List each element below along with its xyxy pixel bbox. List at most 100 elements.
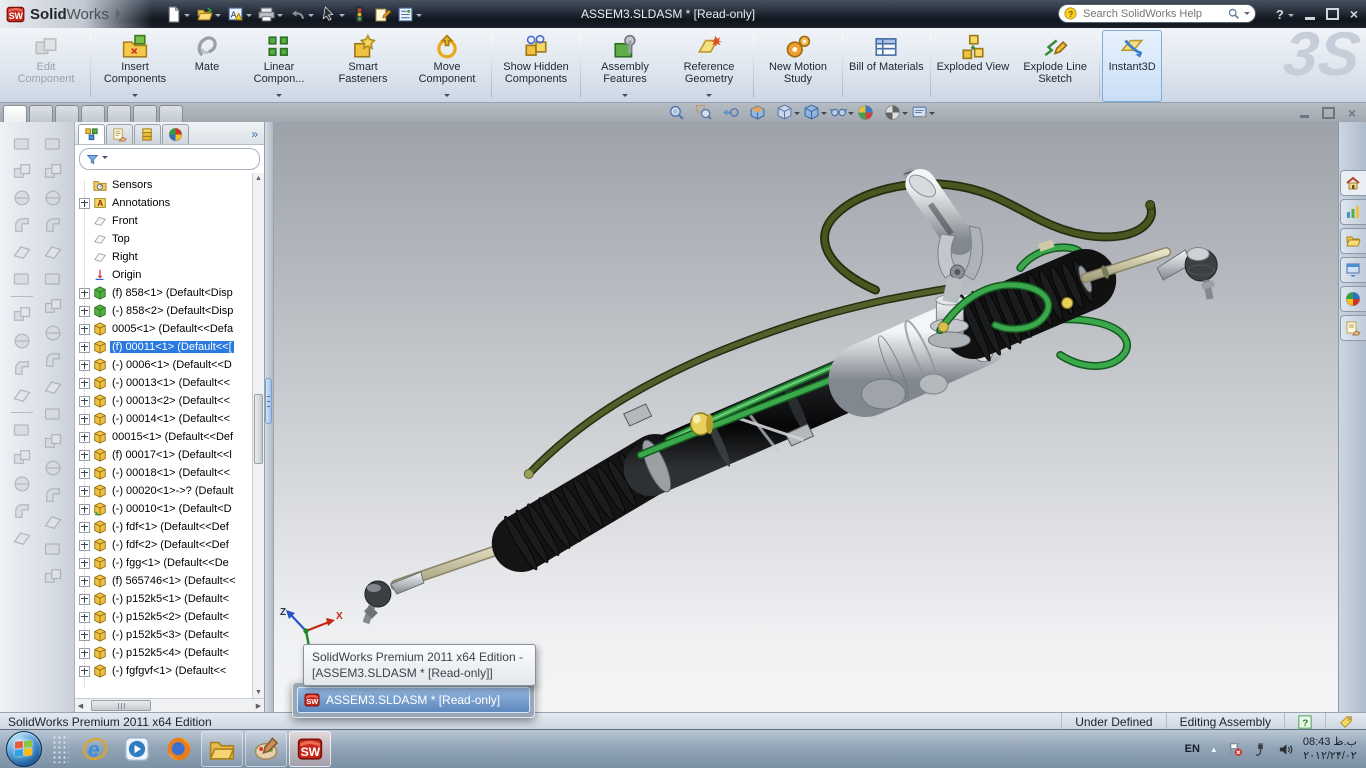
scroll-down-icon[interactable]: ▼	[253, 687, 264, 698]
status-help-cell[interactable]: ?	[1284, 713, 1325, 730]
restore-button[interactable]	[1326, 8, 1339, 20]
expand-icon[interactable]	[79, 342, 90, 353]
paint-button[interactable]	[245, 731, 287, 767]
dropdown-caret-icon[interactable]	[929, 112, 935, 118]
expand-icon[interactable]	[79, 468, 90, 479]
tree-item-00015-1-default-def[interactable]: 00015<1> (Default<<Def	[79, 428, 264, 446]
firefox-button[interactable]	[158, 730, 200, 768]
view-settings-button[interactable]	[911, 104, 935, 121]
ribbon-button-bill-of-materials[interactable]: Bill of Materials	[845, 30, 928, 102]
tree-item-00014-1-default[interactable]: (-) 00014<1> (Default<<	[79, 410, 264, 428]
tree-item-f-00011-1-default[interactable]: (f) 00011<1> (Default<<[	[79, 338, 264, 356]
status-tag-cell[interactable]	[1325, 713, 1366, 730]
show-hidden-icons-button[interactable]: ▲	[1210, 745, 1218, 754]
disabled-tool-icon[interactable]	[43, 485, 63, 505]
apply-scene-button[interactable]	[884, 104, 908, 121]
ribbon-button-mate[interactable]: Mate	[177, 30, 237, 102]
property-manager-button[interactable]	[106, 124, 133, 144]
disabled-tool-icon[interactable]	[43, 134, 63, 154]
ribbon-button-reference-geometry[interactable]: Reference Geometry	[667, 30, 751, 102]
new-document-button[interactable]	[162, 4, 193, 25]
dropdown-caret-icon[interactable]	[848, 112, 854, 118]
tree-item-f-858-1-default-disp[interactable]: (f) 858<1> (Default<Disp	[79, 284, 264, 302]
expand-icon[interactable]	[79, 666, 90, 677]
expand-icon[interactable]	[79, 414, 90, 425]
expand-icon[interactable]	[79, 504, 90, 515]
dropdown-caret-icon[interactable]	[821, 112, 827, 118]
expand-icon[interactable]	[79, 396, 90, 407]
tree-item-f-565746-1-default[interactable]: (f) 565746<1> (Default<<	[79, 572, 264, 590]
dropdown-caret-icon[interactable]	[308, 14, 314, 20]
disabled-tool-icon[interactable]	[43, 404, 63, 424]
configuration-manager-button[interactable]	[134, 124, 161, 144]
steering-rack-assembly-model[interactable]	[274, 122, 1338, 712]
expand-icon[interactable]	[79, 432, 90, 443]
expand-icon[interactable]	[79, 324, 90, 335]
dimxpert-manager-button[interactable]	[162, 124, 189, 144]
ribbon-button-edit-component[interactable]: Edit Component	[4, 30, 88, 102]
disabled-tool-icon[interactable]	[43, 161, 63, 181]
disabled-tool-icon[interactable]	[12, 385, 32, 405]
volume-icon[interactable]	[1278, 742, 1293, 757]
tree-item-p152k5-3-default[interactable]: (-) p152k5<3> (Default<	[79, 626, 264, 644]
tree-item-0005-1-default-defa[interactable]: 0005<1> (Default<<Defa	[79, 320, 264, 338]
tray-clock[interactable]: ب.ظ 08:43 ۲۰۱۲/۲۴/۰۲	[1303, 735, 1357, 764]
internet-explorer-button[interactable]: e	[74, 730, 116, 768]
taskbar-grip[interactable]	[52, 735, 69, 763]
dropdown-caret-icon[interactable]	[794, 112, 800, 118]
minimize-button[interactable]	[1305, 17, 1315, 20]
command-tab-flow-simulation[interactable]	[133, 105, 157, 122]
tree-item-p152k5-4-default[interactable]: (-) p152k5<4> (Default<	[79, 644, 264, 662]
expand-icon[interactable]	[79, 288, 90, 299]
disabled-tool-icon[interactable]	[43, 296, 63, 316]
disabled-tool-icon[interactable]	[12, 161, 32, 181]
solidworks-button[interactable]: SW	[289, 731, 331, 767]
filter-dropdown-caret-icon[interactable]	[102, 156, 108, 162]
disabled-tool-icon[interactable]	[43, 188, 63, 208]
edit-appearance-button[interactable]	[857, 104, 881, 121]
disabled-tool-icon[interactable]	[12, 304, 32, 324]
tree-item-top[interactable]: Top	[79, 230, 264, 248]
ribbon-button-insert-components[interactable]: Insert Components	[93, 30, 177, 102]
tree-item-origin[interactable]: Origin	[79, 266, 264, 284]
command-tab-sketch[interactable]	[55, 105, 79, 122]
language-indicator[interactable]: EN	[1185, 743, 1200, 755]
ribbon-button-explode-line-sketch[interactable]: Explode Line Sketch	[1013, 30, 1097, 102]
fm-tree-button[interactable]	[78, 124, 105, 144]
open-button[interactable]	[193, 4, 224, 25]
hscroll-thumb[interactable]	[91, 700, 151, 711]
hide-show-items-button[interactable]	[830, 104, 854, 121]
file-explorer-button[interactable]	[1340, 257, 1366, 283]
logo-expand-arrow[interactable]	[116, 9, 126, 19]
tree-item-fgg-1-default-de[interactable]: (-) fgg<1> (Default<<De	[79, 554, 264, 572]
section-view-button[interactable]	[749, 104, 773, 121]
action-center-icon[interactable]	[1228, 742, 1243, 757]
solidworks-resources-button[interactable]	[1340, 199, 1366, 225]
custom-properties-button[interactable]	[1340, 315, 1366, 341]
appearances-button[interactable]	[1340, 286, 1366, 312]
select-cursor-button[interactable]	[317, 4, 348, 25]
dropdown-caret-icon[interactable]	[132, 94, 138, 100]
tree-item-858-2-default-disp[interactable]: (-) 858<2> (Default<Disp	[79, 302, 264, 320]
scroll-right-icon[interactable]: ▶	[253, 702, 264, 710]
doc-close-button[interactable]: ×	[1348, 106, 1356, 120]
ribbon-button-exploded-view[interactable]: Exploded View	[933, 30, 1014, 102]
disabled-tool-icon[interactable]	[43, 215, 63, 235]
options-button[interactable]	[371, 4, 394, 25]
dropdown-caret-icon[interactable]	[277, 14, 283, 20]
previous-view-button[interactable]	[722, 104, 746, 121]
disabled-tool-icon[interactable]	[12, 501, 32, 521]
expand-icon[interactable]	[79, 378, 90, 389]
scroll-thumb[interactable]	[254, 394, 263, 464]
ribbon-button-smart-fasteners[interactable]: Smart Fasteners	[321, 30, 405, 102]
expand-icon[interactable]	[79, 594, 90, 605]
tree-item-fgfgvf-1-default[interactable]: (-) fgfgvf<1> (Default<<	[79, 662, 264, 680]
tree-item-sensors[interactable]: Sensors	[79, 176, 264, 194]
tree-item-00013-1-default[interactable]: (-) 00013<1> (Default<<	[79, 374, 264, 392]
doc-minimize-button[interactable]	[1300, 115, 1309, 118]
tree-item-p152k5-2-default[interactable]: (-) p152k5<2> (Default<	[79, 608, 264, 626]
command-tab-office-products[interactable]	[107, 105, 131, 122]
fm-overflow-button[interactable]: »	[248, 127, 261, 144]
tree-item-fdf-1-default-def[interactable]: (-) fdf<1> (Default<<Def	[79, 518, 264, 536]
expand-icon[interactable]	[79, 630, 90, 641]
